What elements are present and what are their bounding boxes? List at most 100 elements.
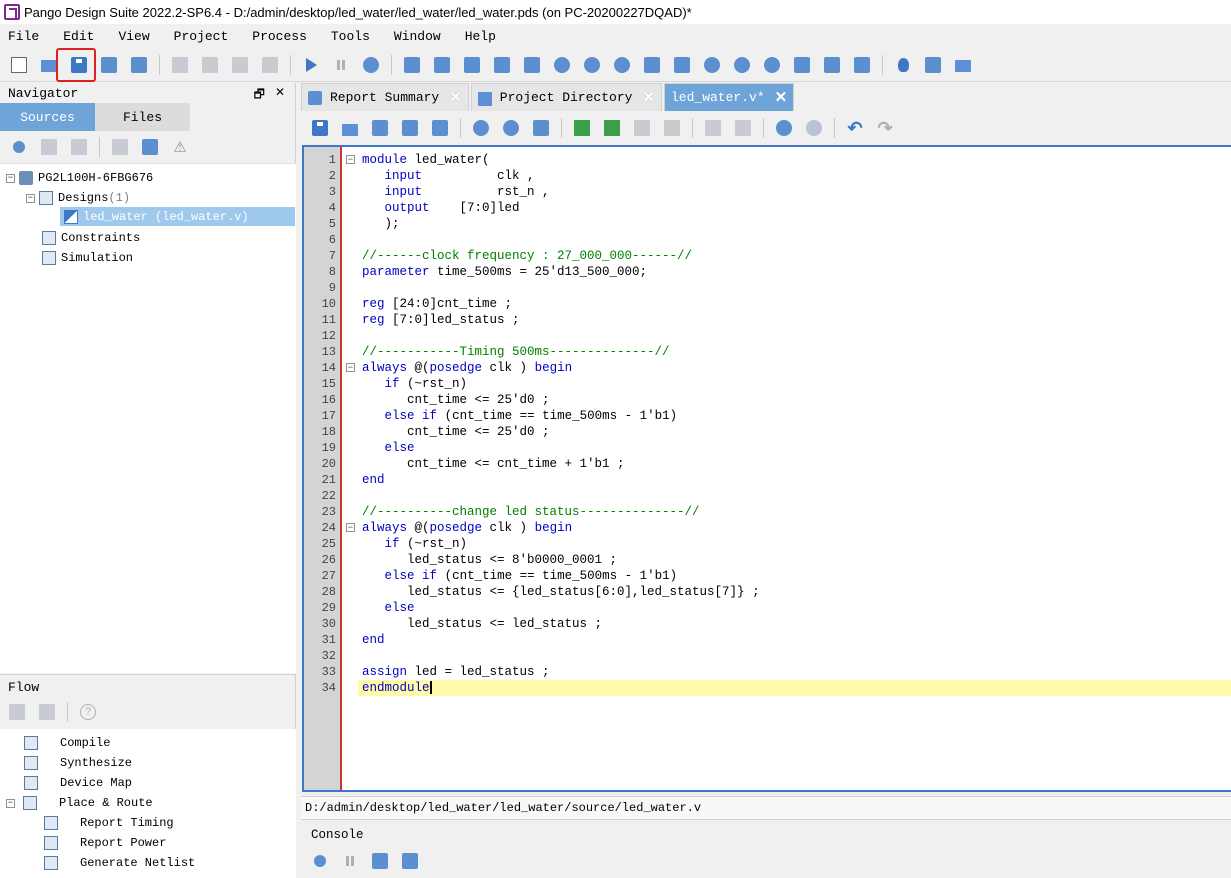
float-panel-icon[interactable]: 🗗 [254,85,265,106]
code-line[interactable]: reg [24:0]cnt_time ; [358,296,1231,312]
flow-item-place-route[interactable]: − Place & Route [6,793,153,813]
tips-button[interactable] [892,54,914,76]
code-line[interactable]: if (~rst_n) [358,376,1231,392]
menu-help[interactable]: Help [457,29,504,44]
cut-button[interactable] [169,54,191,76]
editor-print-button[interactable] [530,117,552,139]
code-line[interactable] [358,648,1231,664]
tree-device[interactable]: − PG2L100H-6FBG676 [6,168,153,188]
close-icon[interactable]: ✕ [775,88,788,107]
project-directory-button[interactable] [952,54,974,76]
collapse-icon[interactable]: − [6,798,15,808]
code-line[interactable] [358,488,1231,504]
table-button[interactable] [521,54,543,76]
code-line[interactable]: cnt_time <= 25'd0 ; [358,392,1231,408]
timer-button[interactable] [611,54,633,76]
waveform-button[interactable] [791,54,813,76]
editor-zoom-in-button[interactable] [773,117,795,139]
report-button[interactable] [401,54,423,76]
code-area[interactable]: module led_water( input clk , input rst_… [358,147,1231,790]
copy-button[interactable] [199,54,221,76]
code-line[interactable]: output [7:0]led [358,200,1231,216]
new-file-button[interactable] [8,54,30,76]
nav-collapse-button[interactable] [68,136,90,158]
code-line[interactable]: always @(posedge clk ) begin [358,520,1231,536]
debug-button[interactable] [701,54,723,76]
code-line[interactable]: input rst_n , [358,184,1231,200]
menu-tools[interactable]: Tools [323,29,378,44]
grid-button[interactable] [461,54,483,76]
fold-toggle-icon[interactable]: − [346,155,355,164]
chart-button[interactable] [641,54,663,76]
tree-design-file[interactable]: led_water (led_water.v) [60,207,295,226]
code-line[interactable] [358,328,1231,344]
editor-find-button[interactable] [470,117,492,139]
code-line[interactable]: led_status <= {led_status[6:0],led_statu… [358,584,1231,600]
hierarchy-button[interactable] [491,54,513,76]
editor-template-button[interactable] [369,117,391,139]
download-button[interactable] [731,54,753,76]
tab-sources[interactable]: Sources [0,103,95,131]
editor-bookmark-button[interactable] [631,117,653,139]
flow-collapse-button[interactable] [36,701,58,723]
editor-zoom-out-button[interactable] [803,117,825,139]
tree-button[interactable] [851,54,873,76]
code-line[interactable]: endmodule [358,680,1231,696]
nav-ip-button[interactable] [109,136,131,158]
code-line[interactable]: //-----------Timing 500ms--------------/… [358,344,1231,360]
code-line[interactable]: if (~rst_n) [358,536,1231,552]
editor-save-button[interactable] [309,117,331,139]
tree-designs[interactable]: − Designs (1) [26,188,130,208]
console-collapse-button[interactable] [399,850,421,872]
editor-copy-button[interactable] [429,117,451,139]
code-line[interactable]: end [358,472,1231,488]
menu-edit[interactable]: Edit [55,29,102,44]
code-line[interactable]: input clk , [358,168,1231,184]
editor-clear-button[interactable] [661,117,683,139]
code-line[interactable]: else [358,440,1231,456]
code-line[interactable]: led_status <= led_status ; [358,616,1231,632]
close-icon[interactable]: ✕ [275,85,285,106]
fold-toggle-icon[interactable]: − [346,523,355,532]
flow-help-button[interactable]: ? [77,701,99,723]
flow-item-device-map[interactable]: Device Map [24,773,132,793]
tab-project-directory[interactable]: Project Directory ✕ [470,83,662,111]
code-line[interactable]: else if (cnt_time == time_500ms - 1'b1) [358,568,1231,584]
save-all-button[interactable] [128,54,150,76]
menu-view[interactable]: View [110,29,157,44]
chip-button[interactable] [671,54,693,76]
editor-redo-button[interactable]: ↷ [874,117,896,139]
editor-comment-button[interactable] [571,117,593,139]
collapse-icon[interactable]: − [26,193,35,203]
editor-indent-left-button[interactable] [732,117,754,139]
fold-toggle-icon[interactable]: − [346,363,355,372]
nav-warning-button[interactable]: ⚠ [169,136,191,158]
editor-undo-button[interactable]: ↶ [844,117,866,139]
code-line[interactable]: reg [7:0]led_status ; [358,312,1231,328]
tab-led-water[interactable]: led_water.v* ✕ [664,83,795,111]
refresh-button[interactable] [551,54,573,76]
console-pause-button[interactable] [339,850,361,872]
code-line[interactable]: ); [358,216,1231,232]
code-line[interactable] [358,232,1231,248]
report-summary-button[interactable] [922,54,944,76]
code-line[interactable]: led_status <= 8'b0000_0001 ; [358,552,1231,568]
ip-button[interactable] [761,54,783,76]
collapse-icon[interactable]: − [6,173,15,183]
flow-item-report-timing[interactable]: Report Timing [44,813,174,833]
settings-button[interactable] [360,54,382,76]
editor-indent-right-button[interactable] [702,117,724,139]
tab-report-summary[interactable]: Report Summary ✕ [301,83,469,111]
editor-uncomment-button[interactable] [601,117,623,139]
flow-item-generate-netlist[interactable]: Generate Netlist [44,853,195,873]
flow-item-synthesize[interactable]: Synthesize [24,753,132,773]
code-line[interactable]: cnt_time <= 25'd0 ; [358,424,1231,440]
code-line[interactable]: parameter time_500ms = 25'd13_500_000; [358,264,1231,280]
code-line[interactable] [358,280,1231,296]
console-search-button[interactable] [309,850,331,872]
tree-simulation[interactable]: Simulation [42,248,133,268]
code-line[interactable]: module led_water( [358,152,1231,168]
checklist-button[interactable] [431,54,453,76]
nav-expand-button[interactable] [38,136,60,158]
editor-indent-button[interactable] [399,117,421,139]
